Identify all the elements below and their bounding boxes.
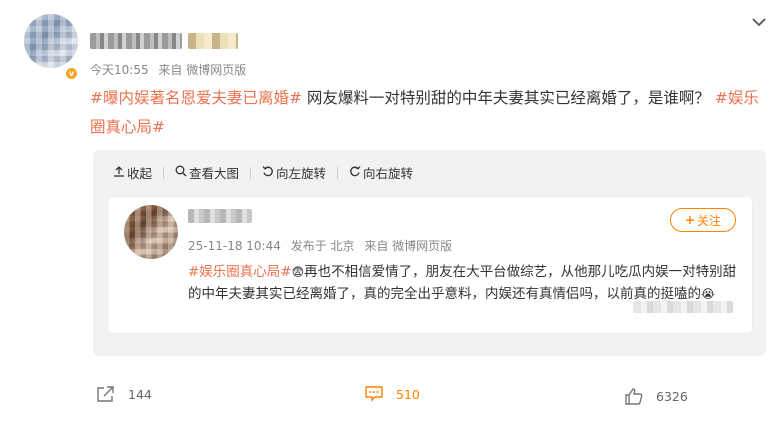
like-count: 6326 <box>656 388 688 404</box>
rotate-left-button[interactable]: 向左旋转 <box>262 163 326 182</box>
follow-button[interactable]: + 关注 <box>670 208 736 232</box>
author-avatar[interactable] <box>24 14 78 68</box>
post-body: 网友爆料一对特别甜的中年夫妻其实已经离婚了，是谁啊？ <box>301 89 715 107</box>
collapse-button[interactable]: 收起 <box>113 163 152 182</box>
rotate-left-label: 向左旋转 <box>276 166 327 181</box>
quoted-post-meta: 25-11-18 10:44 发布于 北京 来自 微博网页版 <box>188 237 458 254</box>
like-button[interactable]: 6326 <box>624 386 688 406</box>
quoted-location: 发布于 北京 <box>290 239 355 253</box>
divider <box>163 166 165 179</box>
rotate-right-icon <box>349 165 361 180</box>
view-large-label: 查看大图 <box>189 166 240 181</box>
hashtag-link[interactable]: #曝内娱著名恩爱夫妻已离婚# <box>90 89 302 107</box>
rotate-right-button[interactable]: 向右旋转 <box>349 163 413 182</box>
quoted-author-avatar[interactable] <box>124 205 178 259</box>
rotate-right-label: 向右旋转 <box>363 166 414 181</box>
fearful-face-icon: 😨 <box>291 265 305 279</box>
author-badge-blurred <box>188 33 238 49</box>
expanded-media-box: 收起 查看大图 向左旋转 向右旋转 + 关注 25-11-18 10:44 发布… <box>93 150 766 356</box>
post-text: #曝内娱著名恩爱夫妻已离婚# 网友爆料一对特别甜的中年夫妻其实已经离婚了，是谁啊… <box>90 84 760 142</box>
comment-icon <box>364 384 384 404</box>
blurred-text-strip <box>633 301 733 313</box>
quoted-post-text: #娱乐圈真心局#😨再也不相信爱情了，朋友在大平台做综艺，从他那儿吃瓜内娱一对特别… <box>188 261 744 305</box>
view-large-button[interactable]: 查看大图 <box>175 163 239 182</box>
divider <box>337 166 339 179</box>
share-count: 144 <box>128 386 152 402</box>
quoted-source: 来自 微博网页版 <box>364 239 453 253</box>
post-timestamp[interactable]: 今天10:55 <box>90 63 149 77</box>
divider <box>250 166 252 179</box>
plus-icon: + <box>684 213 696 227</box>
quoted-timestamp[interactable]: 25-11-18 10:44 <box>188 239 281 253</box>
hashtag-link[interactable]: #娱乐圈真心局# <box>188 264 292 280</box>
thumbs-up-icon <box>624 386 644 406</box>
follow-label: 关注 <box>697 213 722 228</box>
share-button[interactable]: 144 <box>96 384 152 404</box>
rotate-left-icon <box>262 165 274 180</box>
media-toolbar: 收起 查看大图 向左旋转 向右旋转 <box>113 163 413 182</box>
comment-button[interactable]: 510 <box>364 384 420 404</box>
quoted-author-name-blurred[interactable] <box>188 209 252 223</box>
verified-badge-icon: v <box>64 66 79 81</box>
chevron-down-icon[interactable] <box>749 12 769 32</box>
author-name-blurred[interactable] <box>90 33 182 49</box>
magnifier-icon <box>175 165 187 180</box>
post-meta: 今天10:55 来自 微博网页版 <box>90 61 252 78</box>
quoted-post-card: + 关注 25-11-18 10:44 发布于 北京 来自 微博网页版 #娱乐圈… <box>107 196 753 334</box>
post-source: 来自 微博网页版 <box>158 63 247 77</box>
collapse-label: 收起 <box>127 166 153 181</box>
post-actions: 144 510 6326 <box>0 380 778 410</box>
share-icon <box>96 384 116 404</box>
collapse-icon <box>113 165 125 180</box>
comment-count: 510 <box>396 386 420 402</box>
